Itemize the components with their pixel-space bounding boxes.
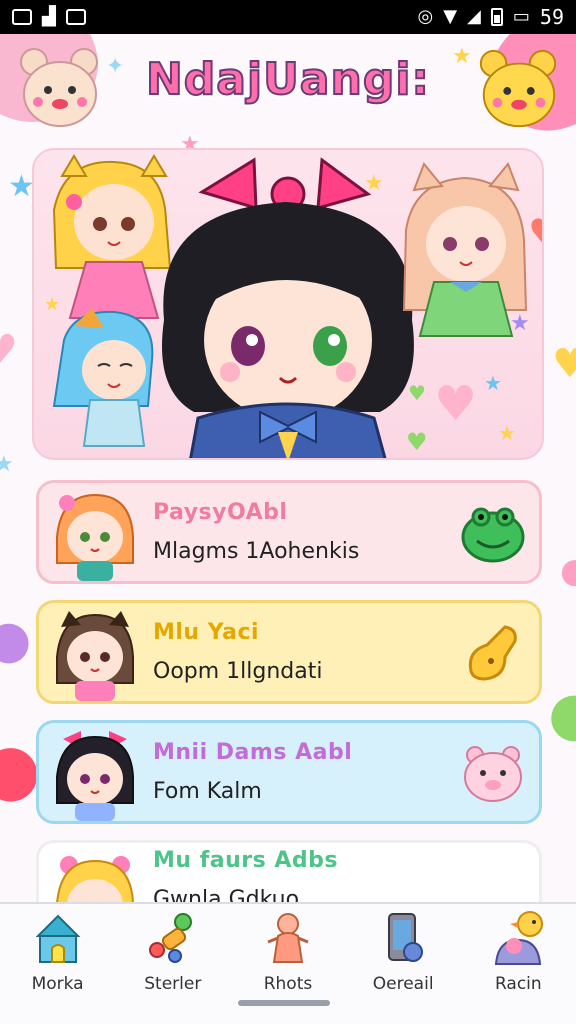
card-subtitle: Gwnla Gdkuo bbox=[153, 887, 300, 902]
card-text: Mu faurs Adbs Gwnla Gdkuo bbox=[153, 848, 338, 902]
balloon-icon: ● bbox=[548, 679, 576, 749]
tab-racin[interactable]: Racin bbox=[463, 910, 573, 994]
status-bar: ▟ ◎ ▼ ◢ ▭ 59 bbox=[0, 0, 576, 34]
figure-icon bbox=[267, 913, 309, 963]
card-text: Mlu Yaci Oopm 1llgndati bbox=[153, 620, 322, 684]
card-subtitle: Fom Kalm bbox=[153, 779, 262, 804]
status-left: ▟ bbox=[12, 8, 86, 26]
blonde-girl-figure bbox=[52, 154, 172, 319]
black-hair-avatar bbox=[56, 731, 134, 821]
svg-text:♥: ♥ bbox=[406, 428, 428, 456]
battery-icon bbox=[490, 8, 503, 26]
card-title: Mu faurs Adbs bbox=[153, 848, 339, 873]
card-item[interactable]: Mnii Dams Aabl Fom Kalm bbox=[36, 720, 542, 824]
toggle-icon: ▭ bbox=[512, 6, 530, 27]
tab-label: Oereail bbox=[372, 974, 434, 994]
tab-morka[interactable]: Morka bbox=[3, 910, 113, 994]
balloon-icon: ● bbox=[0, 610, 32, 670]
peach-hair-girl-figure bbox=[402, 162, 528, 337]
star-icon: ★ bbox=[0, 452, 14, 477]
card-subtitle: Mlagms 1Aohenkis bbox=[153, 539, 360, 564]
card-title: Mnii Dams Aabl bbox=[153, 740, 353, 765]
card-item[interactable]: Mu faurs Adbs Gwnla Gdkuo bbox=[36, 840, 542, 902]
duck-icon bbox=[495, 911, 544, 965]
pig-icon[interactable] bbox=[461, 741, 525, 805]
card-title: PaysyOAbl bbox=[153, 500, 288, 525]
heart-icon: ♥ bbox=[552, 341, 576, 387]
svg-text:★: ★ bbox=[484, 371, 502, 395]
heart-icon: ♥ bbox=[0, 330, 18, 370]
tab-label: Racin bbox=[494, 974, 542, 994]
cell-signal-icon: ◢ bbox=[467, 6, 481, 27]
app-notification-icon bbox=[65, 9, 86, 25]
card-item[interactable]: PaysyOAbl Mlagms 1Aohenkis bbox=[36, 480, 542, 584]
svg-text:★: ★ bbox=[498, 421, 516, 445]
image-notification-icon bbox=[12, 9, 32, 25]
svg-text:♥: ♥ bbox=[528, 211, 544, 255]
toy-icon bbox=[148, 913, 192, 963]
app-title: NdajUangi: bbox=[145, 53, 430, 106]
tab-oereail[interactable]: Oereail bbox=[348, 910, 458, 994]
balloon-icon: ● bbox=[560, 551, 576, 591]
card-text: PaysyOAbl Mlagms 1Aohenkis bbox=[153, 500, 359, 564]
star-icon: ★ bbox=[8, 169, 35, 204]
card-subtitle: Oopm 1llgndati bbox=[153, 659, 323, 684]
tab-rhots[interactable]: Rhots bbox=[233, 910, 343, 994]
frog-icon[interactable] bbox=[461, 501, 525, 565]
svg-text:♥: ♥ bbox=[434, 376, 477, 432]
card-title: Mlu Yaci bbox=[153, 620, 260, 645]
wifi-icon: ▼ bbox=[443, 6, 458, 27]
blonde-avatar bbox=[56, 856, 134, 902]
balloon-icon: ● bbox=[0, 728, 42, 810]
svg-text:★: ★ bbox=[44, 294, 60, 315]
tab-label: Sterler bbox=[144, 974, 202, 994]
status-right: ◎ ▼ ◢ ▭ 59 bbox=[417, 5, 564, 29]
svg-text:♥: ♥ bbox=[408, 381, 426, 405]
tab-sterler[interactable]: Sterler bbox=[118, 910, 228, 994]
main-content[interactable]: ✦ ★ ★ ★ ♥ ♥ ★ ● ● ● ● NdajUangi: ★ ★ ★ ★… bbox=[0, 34, 576, 902]
phone-icon bbox=[388, 913, 424, 962]
tab-label: Rhots bbox=[263, 974, 313, 994]
card-list: PaysyOAbl Mlagms 1Aohenkis Mlu Yaci Oopm… bbox=[36, 480, 542, 902]
status-time: 59 bbox=[539, 5, 564, 29]
home-indicator[interactable] bbox=[238, 1000, 330, 1006]
hero-banner[interactable]: ★ ★ ★ ★ ♥ ♥ ♥ ♥ ★ bbox=[32, 148, 544, 460]
brown-hair-avatar bbox=[56, 611, 134, 701]
blue-hair-girl-figure bbox=[52, 308, 154, 447]
svg-text:★: ★ bbox=[510, 311, 530, 336]
chick-icon[interactable] bbox=[461, 621, 525, 685]
house-icon bbox=[35, 914, 81, 963]
hero-illustration: ★ ★ ★ ★ ♥ ♥ ♥ ♥ ★ bbox=[44, 154, 544, 458]
signal-notification-icon: ▟ bbox=[42, 6, 56, 27]
card-text: Mnii Dams Aabl Fom Kalm bbox=[153, 740, 352, 804]
hotspot-icon: ◎ bbox=[417, 6, 434, 27]
orange-hair-avatar bbox=[56, 493, 134, 581]
card-item[interactable]: Mlu Yaci Oopm 1llgndati bbox=[36, 600, 542, 704]
tab-label: Morka bbox=[31, 974, 84, 994]
main-character-figure bbox=[162, 157, 414, 458]
